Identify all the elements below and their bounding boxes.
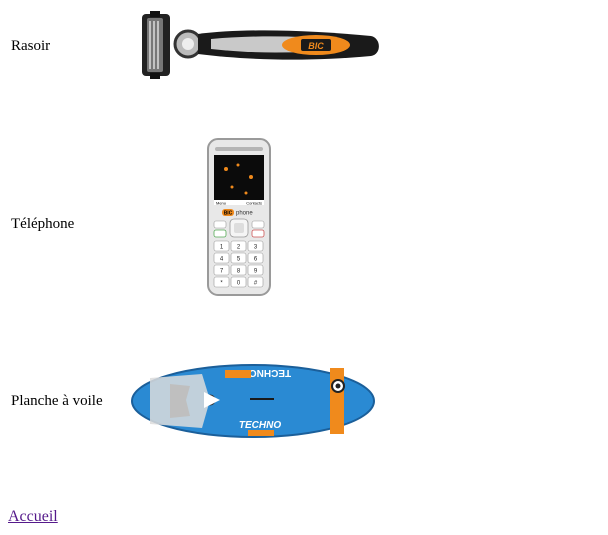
svg-text:TECHNO: TECHNO — [239, 420, 281, 431]
svg-text:Contacts: Contacts — [246, 201, 262, 206]
phone-image: Menu Contacts BIC phone 1 2 34 5 67 8 9* 0 # — [207, 138, 271, 296]
svg-text:phone: phone — [236, 211, 253, 217]
product-row-phone: Téléphone Menu Contacts BIC phone 1 2 3 … — [0, 130, 608, 310]
razor-brand-text: BIC — [308, 41, 324, 51]
product-row-razor: Rasoir BIC — [0, 0, 608, 100]
product-label-phone: Téléphone — [11, 216, 75, 232]
razor-image: BIC — [142, 11, 379, 79]
product-label-razor: Rasoir — [11, 38, 51, 54]
product-label-windsurf: Planche à voile — [11, 393, 103, 409]
svg-text:BIC: BIC — [224, 211, 233, 217]
product-list-page: Rasoir BIC Téléphone Menu Contacts BIC p… — [0, 0, 608, 535]
home-link[interactable]: Accueil — [8, 507, 58, 526]
svg-text:Menu: Menu — [216, 201, 226, 206]
svg-text:TECHNO: TECHNO — [249, 367, 291, 378]
product-row-windsurf: Planche à voile TECHNO TECHNO — [0, 330, 608, 450]
windsurf-board-image: TECHNO TECHNO — [131, 364, 375, 438]
